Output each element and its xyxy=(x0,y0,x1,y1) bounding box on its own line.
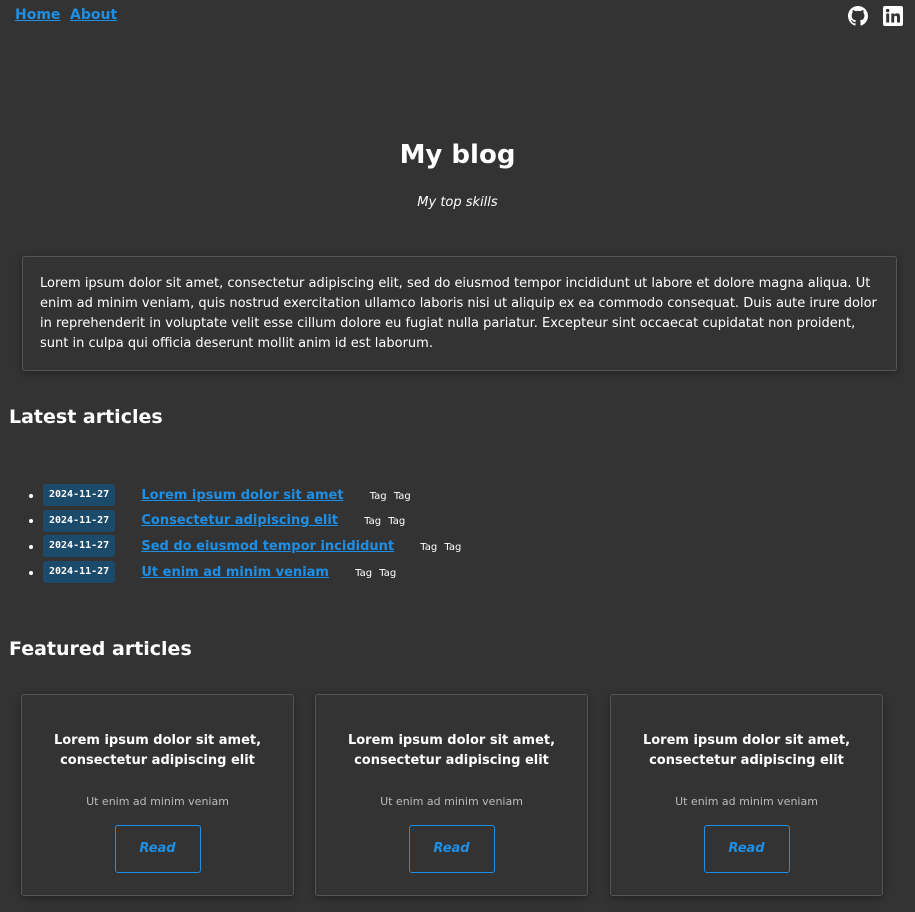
article-link[interactable]: Consectetur adipiscing elit xyxy=(141,513,338,528)
date-badge: 2024-11-27 xyxy=(43,561,116,584)
tag: Tag xyxy=(379,567,397,579)
nav-about-link[interactable]: About xyxy=(70,7,117,23)
card-subtitle: Ut enim ad minim veniam xyxy=(86,795,229,808)
date-badge: 2024-11-27 xyxy=(43,535,116,558)
read-button[interactable]: Read xyxy=(114,825,201,873)
article-tags: Tag Tag xyxy=(420,542,461,553)
list-item: 2024-11-27 Ut enim ad minim veniam Tag T… xyxy=(43,561,461,587)
article-tags: Tag Tag xyxy=(355,568,396,579)
featured-card: Lorem ipsum dolor sit amet, consectetur … xyxy=(21,694,294,896)
read-button[interactable]: Read xyxy=(703,825,790,873)
list-item: 2024-11-27 Sed do eiusmod tempor incidid… xyxy=(43,535,461,561)
page-subtitle: My top skills xyxy=(417,195,498,210)
card-title: Lorem ipsum dolor sit amet, consectetur … xyxy=(53,733,262,768)
page-title: My blog xyxy=(399,140,516,170)
card-subtitle: Ut enim ad minim veniam xyxy=(380,795,523,808)
tag: Tag xyxy=(369,490,387,502)
article-link[interactable]: Sed do eiusmod tempor incididunt xyxy=(141,539,394,554)
read-button[interactable]: Read xyxy=(408,825,495,873)
intro-box: Lorem ipsum dolor sit amet, consectetur … xyxy=(22,256,897,371)
featured-articles-heading: Featured articles xyxy=(9,638,192,660)
featured-card: Lorem ipsum dolor sit amet, consectetur … xyxy=(315,694,588,896)
github-icon[interactable] xyxy=(848,6,868,26)
latest-articles-list: 2024-11-27 Lorem ipsum dolor sit amet Ta… xyxy=(8,484,461,587)
date-badge: 2024-11-27 xyxy=(43,509,116,532)
article-tags: Tag Tag xyxy=(370,491,411,502)
article-tags: Tag Tag xyxy=(364,516,405,527)
tag: Tag xyxy=(355,567,373,579)
list-item: 2024-11-27 Consectetur adipiscing elit T… xyxy=(43,509,461,536)
tag: Tag xyxy=(393,490,411,502)
tag: Tag xyxy=(444,541,462,553)
date-badge: 2024-11-27 xyxy=(43,484,116,506)
article-link[interactable]: Lorem ipsum dolor sit amet xyxy=(141,488,343,503)
tag: Tag xyxy=(364,516,382,528)
nav-home-link[interactable]: Home xyxy=(15,7,60,23)
latest-articles-heading: Latest articles xyxy=(9,406,163,428)
tag: Tag xyxy=(388,516,406,528)
list-item: 2024-11-27 Lorem ipsum dolor sit amet Ta… xyxy=(43,484,461,510)
linkedin-icon[interactable] xyxy=(883,6,903,26)
top-nav: Home About xyxy=(0,0,915,34)
article-link[interactable]: Ut enim ad minim veniam xyxy=(141,565,329,580)
card-title: Lorem ipsum dolor sit amet, consectetur … xyxy=(347,733,556,768)
tag: Tag xyxy=(420,541,438,553)
card-title: Lorem ipsum dolor sit amet, consectetur … xyxy=(642,733,851,768)
card-subtitle: Ut enim ad minim veniam xyxy=(675,795,818,808)
featured-card: Lorem ipsum dolor sit amet, consectetur … xyxy=(610,694,883,896)
